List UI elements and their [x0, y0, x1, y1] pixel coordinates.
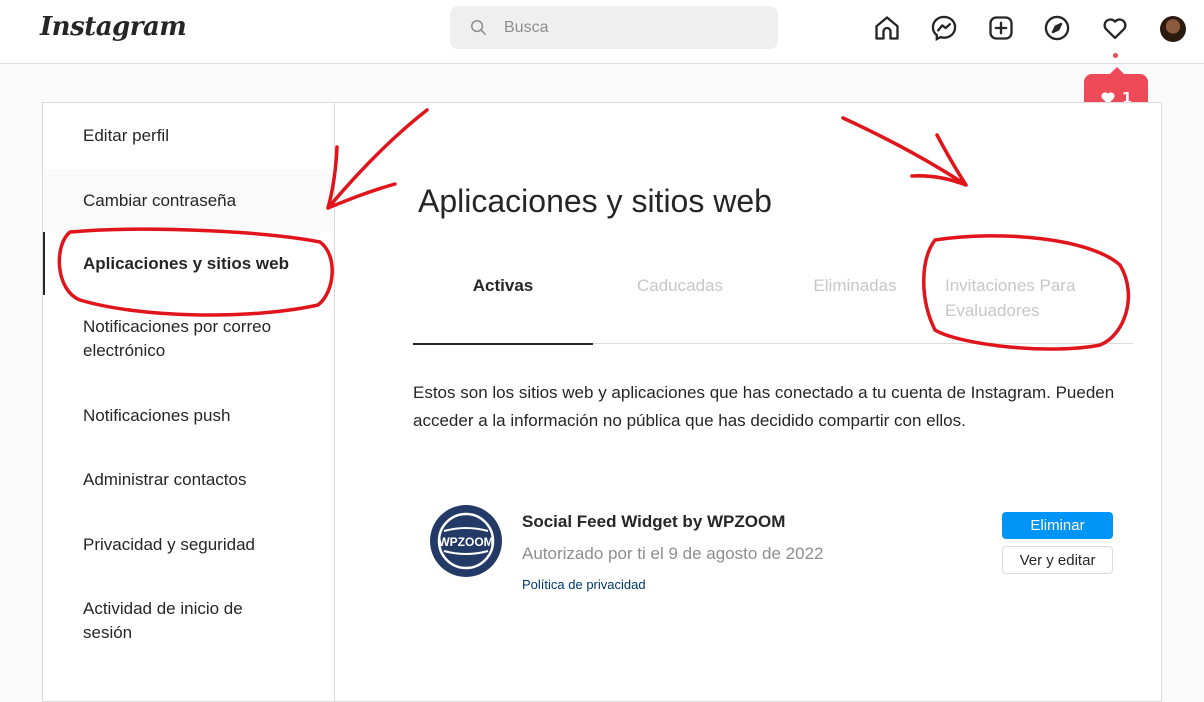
sidebar-item-push-notifications[interactable]: Notificaciones push	[43, 386, 333, 446]
wpzoom-app-logo: WPZOOM	[430, 505, 502, 577]
instagram-logo[interactable]: Instagram	[40, 12, 187, 42]
tab-label: Invitaciones Para Evaluadores	[945, 276, 1076, 320]
remove-button[interactable]: Eliminar	[1002, 512, 1113, 539]
new-post-icon[interactable]	[987, 14, 1015, 42]
tab-active[interactable]: Activas	[433, 273, 573, 298]
sidebar-item-label: Cambiar contraseña	[83, 190, 237, 210]
profile-avatar[interactable]	[1160, 16, 1186, 42]
sidebar-item-label: Aplicaciones y sitios web	[83, 253, 289, 273]
sidebar-item-apps-websites[interactable]: Aplicaciones y sitios web	[43, 232, 333, 295]
sidebar-item-email-notifications[interactable]: Notificaciones por correo electrónico	[43, 309, 333, 369]
search-input[interactable]	[502, 14, 766, 42]
tab-label: Caducadas	[636, 276, 723, 295]
sidebar-item-label: Notificaciones push	[83, 406, 231, 425]
search-box[interactable]	[450, 6, 778, 49]
tab-label: Eliminadas	[813, 276, 897, 295]
sidebar-item-label: Privacidad y seguridad	[83, 535, 255, 554]
tab-label: Activas	[472, 276, 534, 295]
home-icon[interactable]	[873, 14, 901, 42]
tab-expired[interactable]: Caducadas	[605, 273, 755, 298]
app-logo-text: WPZOOM	[438, 535, 493, 549]
sidebar-item-privacy-security[interactable]: Privacidad y seguridad	[43, 515, 333, 575]
privacy-policy-link[interactable]: Política de privacidad	[522, 577, 646, 592]
settings-container: Editar perfil Cambiar contraseña Aplicac…	[42, 102, 1162, 702]
notification-dot	[1113, 53, 1118, 58]
activity-heart-icon[interactable]	[1101, 14, 1129, 42]
apps-description: Estos son los sitios web y aplicaciones …	[413, 383, 1115, 430]
explore-compass-icon[interactable]	[1043, 14, 1071, 42]
sidebar-item-edit-profile[interactable]: Editar perfil	[43, 103, 333, 169]
app-name: Social Feed Widget by WPZOOM	[522, 512, 786, 531]
settings-sidebar: Editar perfil Cambiar contraseña Aplicac…	[43, 103, 335, 701]
sidebar-item-label: Notificaciones por correo electrónico	[83, 317, 272, 360]
tab-tester-invites[interactable]: Invitaciones Para Evaluadores	[945, 273, 1115, 323]
view-edit-button[interactable]: Ver y editar	[1002, 546, 1113, 574]
sidebar-item-login-activity[interactable]: Actividad de inicio de sesión	[43, 591, 333, 651]
sidebar-item-label: Editar perfil	[83, 126, 169, 145]
search-icon	[470, 19, 487, 36]
sidebar-item-manage-contacts[interactable]: Administrar contactos	[43, 450, 333, 510]
messenger-icon[interactable]	[930, 14, 958, 42]
sidebar-item-label: Administrar contactos	[83, 470, 247, 489]
active-tab-indicator	[413, 343, 593, 345]
top-navigation-bar: Instagram	[0, 0, 1204, 64]
app-authorized-date: Autorizado por ti el 9 de agosto de 2022	[522, 544, 824, 563]
sidebar-item-label: Actividad de inicio de sesión	[83, 599, 243, 642]
sidebar-item-change-password[interactable]: Cambiar contraseña	[43, 169, 333, 232]
tab-removed[interactable]: Eliminadas	[790, 273, 920, 298]
page-title: Aplicaciones y sitios web	[418, 183, 772, 219]
main-content: Aplicaciones y sitios web Activas Caduca…	[335, 103, 1161, 701]
